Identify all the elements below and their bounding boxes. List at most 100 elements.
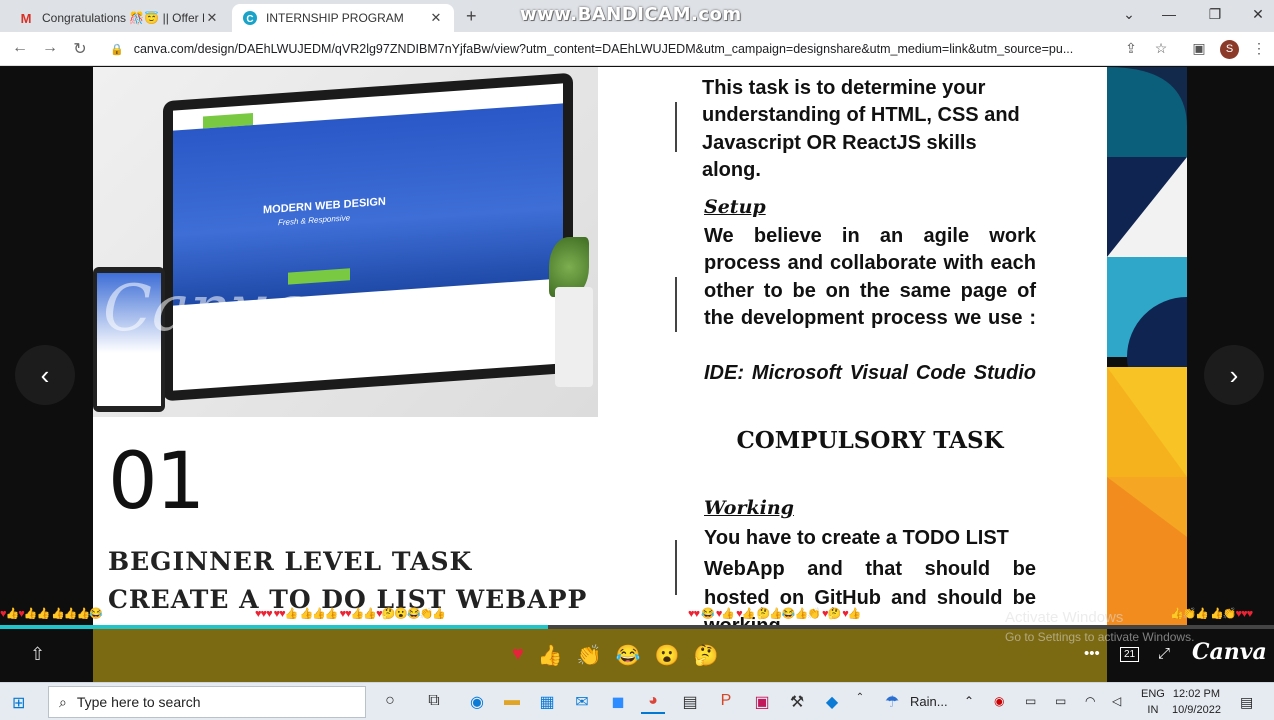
setup-body-text: We believe in an agile work process and … — [704, 225, 1036, 329]
forward-button[interactable]: → — [40, 39, 60, 57]
bandicam-watermark: www.BANDICAM.com — [520, 4, 742, 25]
clap-reaction-button[interactable]: 👏 — [577, 643, 602, 668]
setup-body: We believe in an agile work process and … — [704, 223, 1036, 332]
notifications-icon[interactable]: ▤ — [1240, 694, 1253, 711]
close-tab-icon[interactable]: ✕ — [428, 10, 444, 26]
canva-viewer: MODERN WEB DESIGN Fresh & Responsive Can… — [0, 67, 1274, 682]
web-design-mockup-image: MODERN WEB DESIGN Fresh & Responsive Can… — [93, 67, 598, 417]
language-code: ENG — [1141, 688, 1165, 700]
ide-line: IDE: Microsoft Visual Code Studio — [704, 362, 1036, 384]
vscode-icon[interactable]: ◆ — [820, 692, 844, 714]
tab-strip: M Congratulations 🎊😇 || Offer Le ✕ C INT… — [0, 0, 1274, 32]
mockup-subtitle: Fresh & Responsive — [278, 213, 351, 228]
reactions-mid: ♥♥♥ ♥♥👍 👍👍👍 ♥♥👍👍♥🤔😮😂👏👍 — [255, 608, 446, 620]
mail-icon[interactable]: ✉ — [570, 692, 594, 714]
clipboard-icon[interactable]: ▤ — [678, 692, 702, 714]
heading-level: BEGINNER LEVEL TASK — [108, 547, 473, 576]
store-icon[interactable]: ▦ — [535, 692, 559, 714]
fullscreen-icon[interactable]: ⤢ — [1158, 645, 1170, 662]
windows-activation-subtitle: Go to Settings to activate Windows. — [1005, 630, 1195, 644]
windows-start-icon[interactable]: ⊞ — [12, 693, 25, 713]
intro-text: This task is to determine your understan… — [702, 77, 1020, 181]
powerpoint-icon[interactable]: P — [714, 692, 738, 714]
restore-button[interactable]: ❐ — [1205, 6, 1225, 23]
record-icon[interactable]: ◉ — [994, 694, 1004, 708]
canva-logo[interactable]: Canva — [1192, 639, 1267, 665]
wifi-icon[interactable]: ◠ — [1085, 694, 1095, 708]
thumbs-up-reaction-button[interactable]: 👍 — [538, 643, 563, 668]
cortana-icon[interactable]: ○ — [378, 692, 402, 714]
volume-icon[interactable]: ◁ — [1112, 694, 1121, 708]
setup-heading: Setup — [704, 196, 766, 218]
camera-icon[interactable]: ▭ — [1025, 694, 1036, 708]
clock-time: 12:02 PM — [1172, 688, 1221, 700]
taskbar-scroll-icon[interactable]: ⌃ — [848, 692, 872, 714]
slide-number: 01 — [108, 437, 205, 527]
reactions-far: 👍👏👍 👍👏♥♥♥ — [1170, 608, 1253, 620]
taskbar-search-box[interactable]: ⌕ Type here to search — [48, 686, 366, 718]
reactions-left: ♥👍♥👍👍 👍👍👍😂 — [0, 608, 103, 620]
chrome-icon[interactable]: ◕ — [641, 692, 665, 714]
show-hidden-icons[interactable]: ⌃ — [964, 694, 974, 708]
weather-text[interactable]: Rain... — [910, 694, 948, 709]
region-code: IN — [1147, 704, 1159, 716]
close-window-button[interactable]: ✕ — [1248, 6, 1268, 23]
menu-kebab-icon[interactable]: ⋮ — [1250, 40, 1268, 57]
bookmark-star-icon[interactable]: ☆ — [1152, 40, 1170, 57]
divider — [675, 102, 677, 152]
task-view-icon[interactable]: ⧉ — [422, 692, 446, 714]
next-slide-button[interactable]: › — [1204, 345, 1264, 405]
monitor-image: MODERN WEB DESIGN Fresh & Responsive — [163, 72, 573, 402]
share-icon[interactable]: ⇧ — [30, 644, 45, 665]
divider — [675, 540, 677, 595]
back-button[interactable]: ← — [10, 39, 30, 57]
working-heading: Working — [704, 497, 794, 519]
viewer-controls-bar: ⇧ ♥ 👍 👏 😂 😮 🤔 Activate Windows Go to Set… — [0, 609, 1274, 682]
weather-icon: ☂ — [884, 694, 900, 711]
edge-icon[interactable]: ◉ — [465, 692, 489, 714]
tab-title: INTERNSHIP PROGRAM — [266, 11, 404, 25]
tab-title: Congratulations 🎊😇 || Offer Le — [42, 11, 204, 25]
ide-text: IDE: Microsoft Visual Code Studio — [704, 360, 1036, 387]
svg-text:C: C — [246, 14, 253, 25]
new-tab-button[interactable]: + — [466, 6, 477, 27]
reload-button[interactable]: ↻ — [70, 39, 90, 59]
address-bar[interactable]: 🔒 canva.com/design/DAEhLWUJEDM/qVR2lg97Z… — [104, 37, 1114, 61]
clock[interactable]: 12:02 PM 10/9/2022 — [1172, 686, 1221, 718]
mockup-title: MODERN WEB DESIGN — [263, 195, 386, 217]
url-text: canva.com/design/DAEhLWUJEDM/qVR2lg97ZND… — [133, 42, 1074, 56]
gmail-icon: M — [20, 10, 32, 26]
share-page-icon[interactable]: ⇪ — [1122, 40, 1140, 57]
minimize-button[interactable]: — — [1159, 6, 1179, 22]
battery-icon[interactable]: ▭ — [1055, 694, 1066, 708]
reactions-right: ♥♥ 😂 ♥👍 ♥👍 🤔👍😂👍👏 ♥🤔 ♥👍 — [688, 608, 861, 620]
lock-icon: 🔒 — [110, 43, 124, 56]
close-tab-icon[interactable]: ✕ — [204, 10, 220, 26]
tab-search-chevron-icon[interactable]: ⌄ — [1119, 6, 1139, 23]
presentation-slide: MODERN WEB DESIGN Fresh & Responsive Can… — [93, 67, 1107, 627]
clock-date: 10/9/2022 — [1172, 704, 1221, 716]
divider — [675, 277, 677, 332]
geometric-decoration — [1107, 67, 1187, 627]
language-indicator[interactable]: ENG IN — [1141, 686, 1165, 718]
more-options-icon[interactable]: ••• — [1084, 645, 1100, 662]
tab-internship-program[interactable]: C INTERNSHIP PROGRAM ✕ — [232, 4, 454, 32]
file-explorer-icon[interactable]: ▬ — [500, 692, 524, 714]
compulsory-task-title: COMPULSORY TASK — [736, 427, 1004, 454]
heart-reaction-button[interactable]: ♥ — [512, 643, 524, 668]
search-icon: ⌕ — [59, 693, 67, 710]
windows-taskbar: ⊞ ⌕ Type here to search ○ ⧉ ◉ ▬ ▦ ✉ ◼ ◕ … — [0, 682, 1274, 720]
previous-slide-button[interactable]: ‹ — [15, 345, 75, 405]
tab-gmail[interactable]: M Congratulations 🎊😇 || Offer Le ✕ — [8, 4, 230, 32]
address-toolbar: ← → ↻ 🔒 canva.com/design/DAEhLWUJEDM/qVR… — [0, 32, 1274, 66]
tools-icon[interactable]: ⚒ — [785, 692, 809, 714]
side-panel-icon[interactable]: ▣ — [1190, 40, 1208, 57]
profile-avatar[interactable]: S — [1220, 40, 1239, 59]
page-indicator[interactable]: 21 — [1120, 647, 1140, 662]
surprised-reaction-button[interactable]: 😮 — [655, 643, 680, 668]
thinking-reaction-button[interactable]: 🤔 — [694, 643, 719, 668]
intellij-icon[interactable]: ▣ — [750, 692, 774, 714]
laugh-reaction-button[interactable]: 😂 — [616, 643, 641, 668]
zoom-icon[interactable]: ◼ — [606, 692, 630, 714]
working-line1: You have to create a TODO LIST — [704, 527, 1009, 549]
